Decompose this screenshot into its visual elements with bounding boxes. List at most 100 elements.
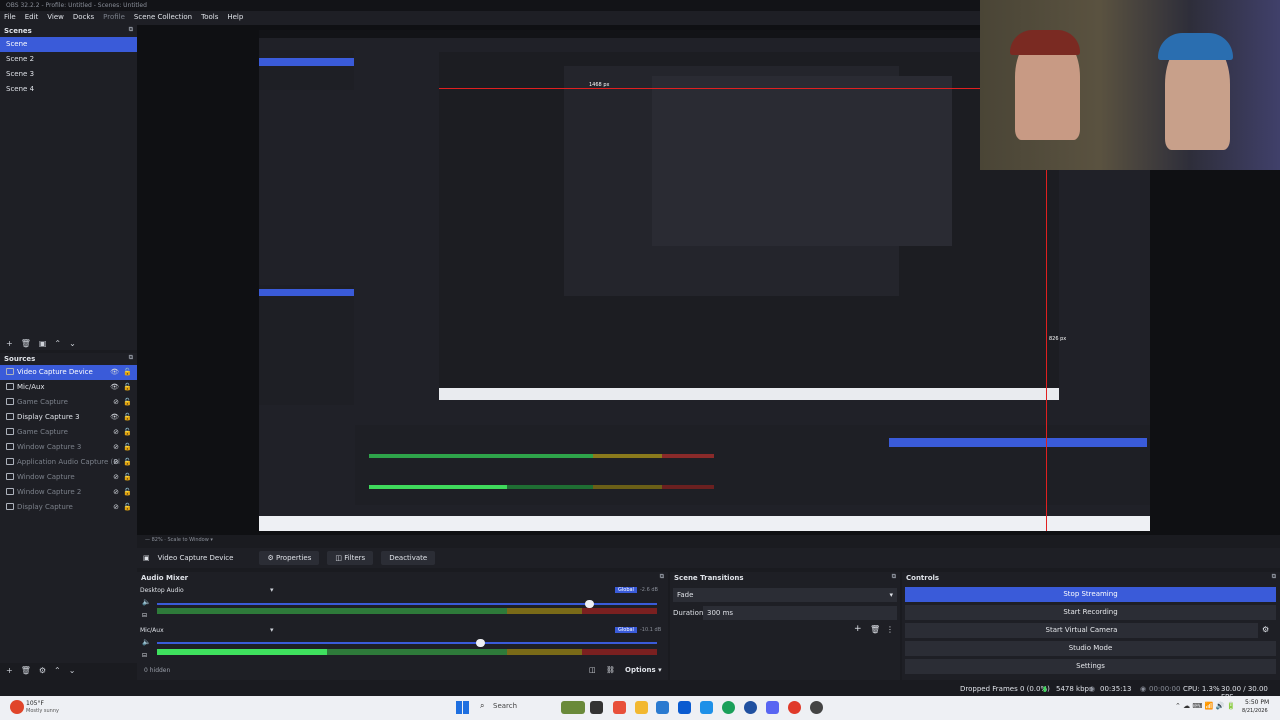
edge-icon[interactable]: [744, 701, 757, 714]
menu-docks[interactable]: Docks: [73, 13, 94, 23]
eye-hidden-icon[interactable]: ⊘: [113, 428, 119, 436]
volume-slider[interactable]: [157, 642, 657, 644]
volume-slider-handle[interactable]: [476, 639, 485, 647]
weather-temp[interactable]: 105°F: [26, 700, 44, 707]
eye-hidden-icon[interactable]: ⊘: [113, 503, 119, 511]
lock-icon[interactable]: 🔓: [123, 383, 132, 391]
filters-button[interactable]: ◫ Filters: [327, 551, 374, 565]
trash-icon[interactable]: 🗑: [21, 339, 31, 348]
filter-icon[interactable]: ▣: [39, 339, 47, 348]
lock-icon[interactable]: 🔓: [123, 398, 132, 406]
gear-icon[interactable]: ⚙: [39, 666, 46, 675]
menu-view[interactable]: View: [47, 13, 64, 23]
undock-icon[interactable]: ⧉: [660, 573, 664, 581]
game-icon[interactable]: [561, 701, 585, 714]
lock-icon[interactable]: 🔓: [123, 368, 132, 376]
undock-icon[interactable]: ⧉: [129, 354, 133, 362]
source-item[interactable]: Window Capture 2 ⊘ 🔓: [0, 485, 137, 500]
duration-input[interactable]: 300 ms: [703, 606, 897, 620]
menu-profile[interactable]: Profile: [103, 13, 125, 23]
down-icon[interactable]: ⌄: [69, 666, 76, 675]
up-icon[interactable]: ⌃: [54, 666, 61, 675]
menu-scene-collection[interactable]: Scene Collection: [134, 13, 192, 23]
meter-icon[interactable]: ⊟: [142, 652, 147, 659]
source-item[interactable]: Window Capture 3 ⊘ 🔓: [0, 440, 137, 455]
source-item[interactable]: Game Capture ⊘ 🔓: [0, 395, 137, 410]
app-icon[interactable]: [700, 701, 713, 714]
volume-slider-handle[interactable]: [585, 600, 594, 608]
source-item[interactable]: Game Capture ⊘ 🔓: [0, 425, 137, 440]
eye-icon[interactable]: 👁: [110, 413, 119, 421]
clock-date[interactable]: 8/21/2026: [1242, 708, 1268, 714]
trash-icon[interactable]: 🗑: [870, 625, 880, 634]
windows-start-icon[interactable]: [456, 701, 469, 714]
task-view-icon[interactable]: [590, 701, 603, 714]
global-badge[interactable]: Global: [615, 627, 637, 633]
lock-icon[interactable]: 🔓: [123, 428, 132, 436]
eye-hidden-icon[interactable]: ⊘: [113, 458, 119, 466]
deactivate-button[interactable]: Deactivate: [381, 551, 436, 565]
search-icon[interactable]: ⌕: [480, 701, 484, 711]
lock-icon[interactable]: 🔓: [123, 488, 132, 496]
properties-button[interactable]: ⚙ Properties: [259, 551, 320, 565]
eye-hidden-icon[interactable]: ⊘: [113, 443, 119, 451]
options-button[interactable]: Options ▾: [625, 666, 662, 674]
gear-icon[interactable]: ⚙: [1262, 625, 1269, 634]
eye-icon[interactable]: 👁: [110, 368, 119, 376]
global-badge[interactable]: Global: [615, 587, 637, 593]
source-item[interactable]: Window Capture ⊘ 🔓: [0, 470, 137, 485]
up-icon[interactable]: ⌃: [54, 339, 61, 348]
app-icon[interactable]: [656, 701, 669, 714]
tray-icons[interactable]: ⌃ ☁ ⌨ 📶 🔊 🔋: [1175, 702, 1235, 710]
more-icon[interactable]: ⋮: [886, 625, 894, 634]
studio-mode-button[interactable]: Studio Mode: [905, 641, 1276, 656]
down-icon[interactable]: ⌄: [69, 339, 76, 348]
eye-hidden-icon[interactable]: ⊘: [113, 473, 119, 481]
undock-icon[interactable]: ⧉: [129, 26, 133, 34]
menu-file[interactable]: File: [4, 13, 16, 23]
chevron-down-icon[interactable]: ▾: [270, 626, 274, 634]
source-item[interactable]: Display Capture 3 👁 🔓: [0, 410, 137, 425]
stop-streaming-button[interactable]: Stop Streaming: [905, 587, 1276, 602]
lock-icon[interactable]: 🔓: [123, 473, 132, 481]
add-icon[interactable]: +: [6, 339, 13, 348]
obs-icon[interactable]: [810, 701, 823, 714]
zoom-control[interactable]: — 82% · Scale to Window ▾: [137, 535, 1280, 547]
transition-select[interactable]: Fade ▾: [673, 588, 897, 602]
eye-icon[interactable]: 👁: [110, 383, 119, 391]
lock-icon[interactable]: 🔓: [123, 443, 132, 451]
source-item[interactable]: Mic/Aux 👁 🔓: [0, 380, 137, 395]
menu-tools[interactable]: Tools: [201, 13, 218, 23]
lock-icon[interactable]: 🔓: [123, 503, 132, 511]
app-icon[interactable]: [613, 701, 626, 714]
weather-icon[interactable]: [10, 700, 24, 714]
source-item[interactable]: Video Capture Device 👁 🔓: [0, 365, 137, 380]
start-virtual-camera-button[interactable]: Start Virtual Camera: [905, 623, 1258, 638]
lock-icon[interactable]: 🔓: [123, 458, 132, 466]
trash-icon[interactable]: 🗑: [21, 666, 31, 675]
lock-icon[interactable]: 🔓: [123, 413, 132, 421]
undock-icon[interactable]: ⧉: [892, 573, 896, 581]
undock-icon[interactable]: ⧉: [1272, 573, 1276, 581]
scene-item[interactable]: Scene 3: [0, 67, 137, 82]
meter-icon[interactable]: ⊟: [142, 612, 147, 619]
eye-hidden-icon[interactable]: ⊘: [113, 488, 119, 496]
menu-help[interactable]: Help: [227, 13, 243, 23]
clock-time[interactable]: 5:50 PM: [1245, 699, 1269, 706]
settings-button[interactable]: Settings: [905, 659, 1276, 674]
eye-hidden-icon[interactable]: ⊘: [113, 398, 119, 406]
dropbox-icon[interactable]: [678, 701, 691, 714]
link-icon[interactable]: ⛓: [606, 666, 615, 674]
volume-slider[interactable]: [157, 603, 657, 605]
scene-item[interactable]: Scene 2: [0, 52, 137, 67]
add-icon[interactable]: +: [854, 624, 862, 634]
source-item[interactable]: Display Capture ⊘ 🔓: [0, 500, 137, 515]
source-item[interactable]: Application Audio Capture (Bl ⊘ 🔓: [0, 455, 137, 470]
speaker-icon[interactable]: 🔈: [142, 638, 151, 646]
layout-icon[interactable]: ◫: [589, 666, 596, 674]
weather-desc[interactable]: Mostly sunny: [26, 708, 59, 714]
folder-icon[interactable]: [635, 701, 648, 714]
browser-icon[interactable]: [788, 701, 801, 714]
taskbar-search[interactable]: Search: [493, 702, 517, 710]
scene-item[interactable]: Scene: [0, 37, 137, 52]
